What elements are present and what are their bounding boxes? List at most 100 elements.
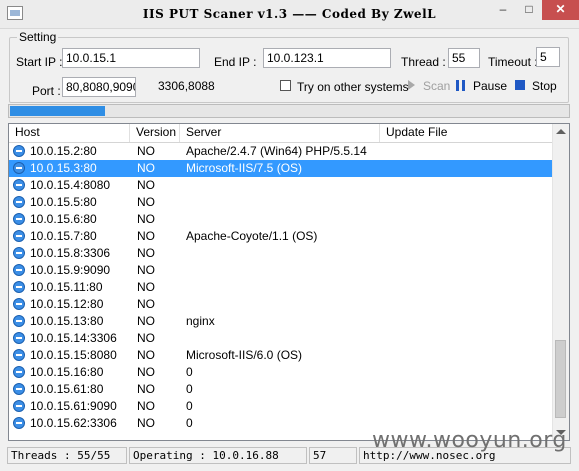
cell-version: NO bbox=[137, 382, 155, 396]
port-extra-value: 3306,8088 bbox=[158, 79, 215, 93]
port-label: Port : bbox=[32, 84, 61, 98]
ie-globe-icon bbox=[13, 247, 25, 259]
cell-server: nginx bbox=[186, 314, 215, 328]
table-row[interactable]: 10.0.15.7:80 NO Apache-Coyote/1.1 (OS) bbox=[9, 228, 554, 245]
start-ip-label: Start IP : bbox=[16, 55, 63, 69]
table-row[interactable]: 10.0.15.61:80 NO 0 bbox=[9, 381, 554, 398]
stop-icon bbox=[515, 80, 525, 90]
cell-version: NO bbox=[137, 246, 155, 260]
cell-host: 10.0.15.9:9090 bbox=[30, 263, 111, 277]
cell-version: NO bbox=[137, 416, 155, 430]
cell-host: 10.0.15.14:3306 bbox=[30, 331, 117, 345]
ie-globe-icon bbox=[13, 349, 25, 361]
maximize-button[interactable]: □ bbox=[516, 0, 542, 20]
results-list[interactable]: Host Version Server Update File 10.0.15.… bbox=[8, 123, 570, 441]
table-row[interactable]: 10.0.15.5:80 NO bbox=[9, 194, 554, 211]
stop-button[interactable]: Stop bbox=[532, 79, 557, 93]
table-row[interactable]: 10.0.15.13:80 NO nginx bbox=[9, 313, 554, 330]
cell-version: NO bbox=[137, 178, 155, 192]
cell-version: NO bbox=[137, 212, 155, 226]
ie-globe-icon bbox=[13, 179, 25, 191]
scan-button[interactable]: Scan bbox=[423, 79, 450, 93]
cell-version: NO bbox=[137, 348, 155, 362]
port-input[interactable]: 80,8080,9090 bbox=[62, 77, 136, 97]
cell-host: 10.0.15.4:8080 bbox=[30, 178, 111, 192]
cell-host: 10.0.15.6:80 bbox=[30, 212, 97, 226]
try-other-systems-label: Try on other systems bbox=[297, 80, 409, 94]
cell-host: 10.0.15.11:80 bbox=[30, 280, 103, 294]
cell-server: Apache/2.4.7 (Win64) PHP/5.5.14 bbox=[186, 144, 367, 158]
table-row[interactable]: 10.0.15.11:80 NO bbox=[9, 279, 554, 296]
ie-globe-icon bbox=[13, 332, 25, 344]
status-count: 57 bbox=[309, 447, 357, 464]
table-row[interactable]: 10.0.15.8:3306 NO bbox=[9, 245, 554, 262]
cell-server: 0 bbox=[186, 399, 193, 413]
cell-version: NO bbox=[137, 161, 155, 175]
cell-version: NO bbox=[137, 144, 155, 158]
table-row[interactable]: 10.0.15.9:9090 NO bbox=[9, 262, 554, 279]
table-row[interactable]: 10.0.15.4:8080 NO bbox=[9, 177, 554, 194]
table-row[interactable]: 10.0.15.6:80 NO bbox=[9, 211, 554, 228]
list-header: Host Version Server Update File bbox=[9, 124, 554, 143]
timeout-label: Timeout : bbox=[488, 55, 538, 69]
cell-host: 10.0.15.12:80 bbox=[30, 297, 104, 311]
timeout-input[interactable]: 5 bbox=[536, 47, 560, 67]
cell-host: 10.0.15.5:80 bbox=[30, 195, 97, 209]
pause-button[interactable]: Pause bbox=[473, 79, 507, 93]
cell-host: 10.0.15.15:8080 bbox=[30, 348, 117, 362]
list-rows: 10.0.15.2:80 NO Apache/2.4.7 (Win64) PHP/5… bbox=[9, 143, 554, 432]
try-other-systems-checkbox[interactable] bbox=[280, 80, 291, 91]
cell-server: 0 bbox=[186, 365, 193, 379]
table-row[interactable]: 10.0.15.15:8080 NO Microsoft-IIS/6.0 (OS) bbox=[9, 347, 554, 364]
ie-globe-icon bbox=[13, 417, 25, 429]
column-header-server[interactable]: Server bbox=[180, 124, 380, 142]
cell-server: 0 bbox=[186, 382, 193, 396]
column-header-host[interactable]: Host bbox=[9, 124, 130, 142]
ie-globe-icon bbox=[13, 230, 25, 242]
cell-host: 10.0.15.16:80 bbox=[30, 365, 104, 379]
table-row[interactable]: 10.0.15.14:3306 NO bbox=[9, 330, 554, 347]
setting-legend: Setting bbox=[17, 30, 59, 44]
ie-globe-icon bbox=[13, 400, 25, 412]
ie-globe-icon bbox=[13, 196, 25, 208]
cell-version: NO bbox=[137, 331, 155, 345]
start-ip-input[interactable]: 10.0.15.1 bbox=[62, 48, 200, 68]
ie-globe-icon bbox=[13, 162, 25, 174]
ie-globe-icon bbox=[13, 145, 25, 157]
ie-globe-icon bbox=[13, 298, 25, 310]
cell-version: NO bbox=[137, 229, 155, 243]
table-row[interactable]: 10.0.15.16:80 NO 0 bbox=[9, 364, 554, 381]
ie-globe-icon bbox=[13, 383, 25, 395]
cell-host: 10.0.15.3:80 bbox=[30, 161, 97, 175]
column-header-version[interactable]: Version bbox=[130, 124, 180, 142]
table-row[interactable]: 10.0.15.12:80 NO bbox=[9, 296, 554, 313]
table-row[interactable]: 10.0.15.61:9090 NO 0 bbox=[9, 398, 554, 415]
minimize-button[interactable]: – bbox=[490, 0, 516, 20]
cell-version: NO bbox=[137, 263, 155, 277]
close-button[interactable]: ✕ bbox=[542, 0, 579, 20]
status-threads: Threads : 55/55 bbox=[7, 447, 127, 464]
scan-progress-bar bbox=[8, 104, 570, 118]
progress-fill bbox=[10, 106, 105, 116]
scroll-up-arrow-icon[interactable] bbox=[556, 129, 566, 134]
cell-version: NO bbox=[137, 280, 155, 294]
cell-server: 0 bbox=[186, 416, 193, 430]
scrollbar-thumb[interactable] bbox=[555, 340, 566, 418]
pause-icon bbox=[456, 80, 466, 91]
table-row[interactable]: 10.0.15.3:80 NO Microsoft-IIS/7.5 (OS) bbox=[9, 160, 554, 177]
cell-host: 10.0.15.61:9090 bbox=[30, 399, 117, 413]
ie-globe-icon bbox=[13, 264, 25, 276]
title-bar: IIS PUT Scaner v1.3 —— Coded By ZwelL – … bbox=[0, 0, 579, 29]
cell-version: NO bbox=[137, 365, 155, 379]
status-operating: Operating : 10.0.16.88 bbox=[129, 447, 307, 464]
ie-globe-icon bbox=[13, 213, 25, 225]
end-ip-input[interactable]: 10.0.123.1 bbox=[263, 48, 391, 68]
cell-version: NO bbox=[137, 314, 155, 328]
cell-host: 10.0.15.61:80 bbox=[30, 382, 104, 396]
thread-input[interactable]: 55 bbox=[448, 48, 480, 68]
cell-host: 10.0.15.62:3306 bbox=[30, 416, 117, 430]
column-header-update-file[interactable]: Update File bbox=[380, 124, 554, 142]
cell-version: NO bbox=[137, 297, 155, 311]
vertical-scrollbar[interactable] bbox=[552, 124, 569, 440]
table-row[interactable]: 10.0.15.2:80 NO Apache/2.4.7 (Win64) PHP/5… bbox=[9, 143, 554, 160]
